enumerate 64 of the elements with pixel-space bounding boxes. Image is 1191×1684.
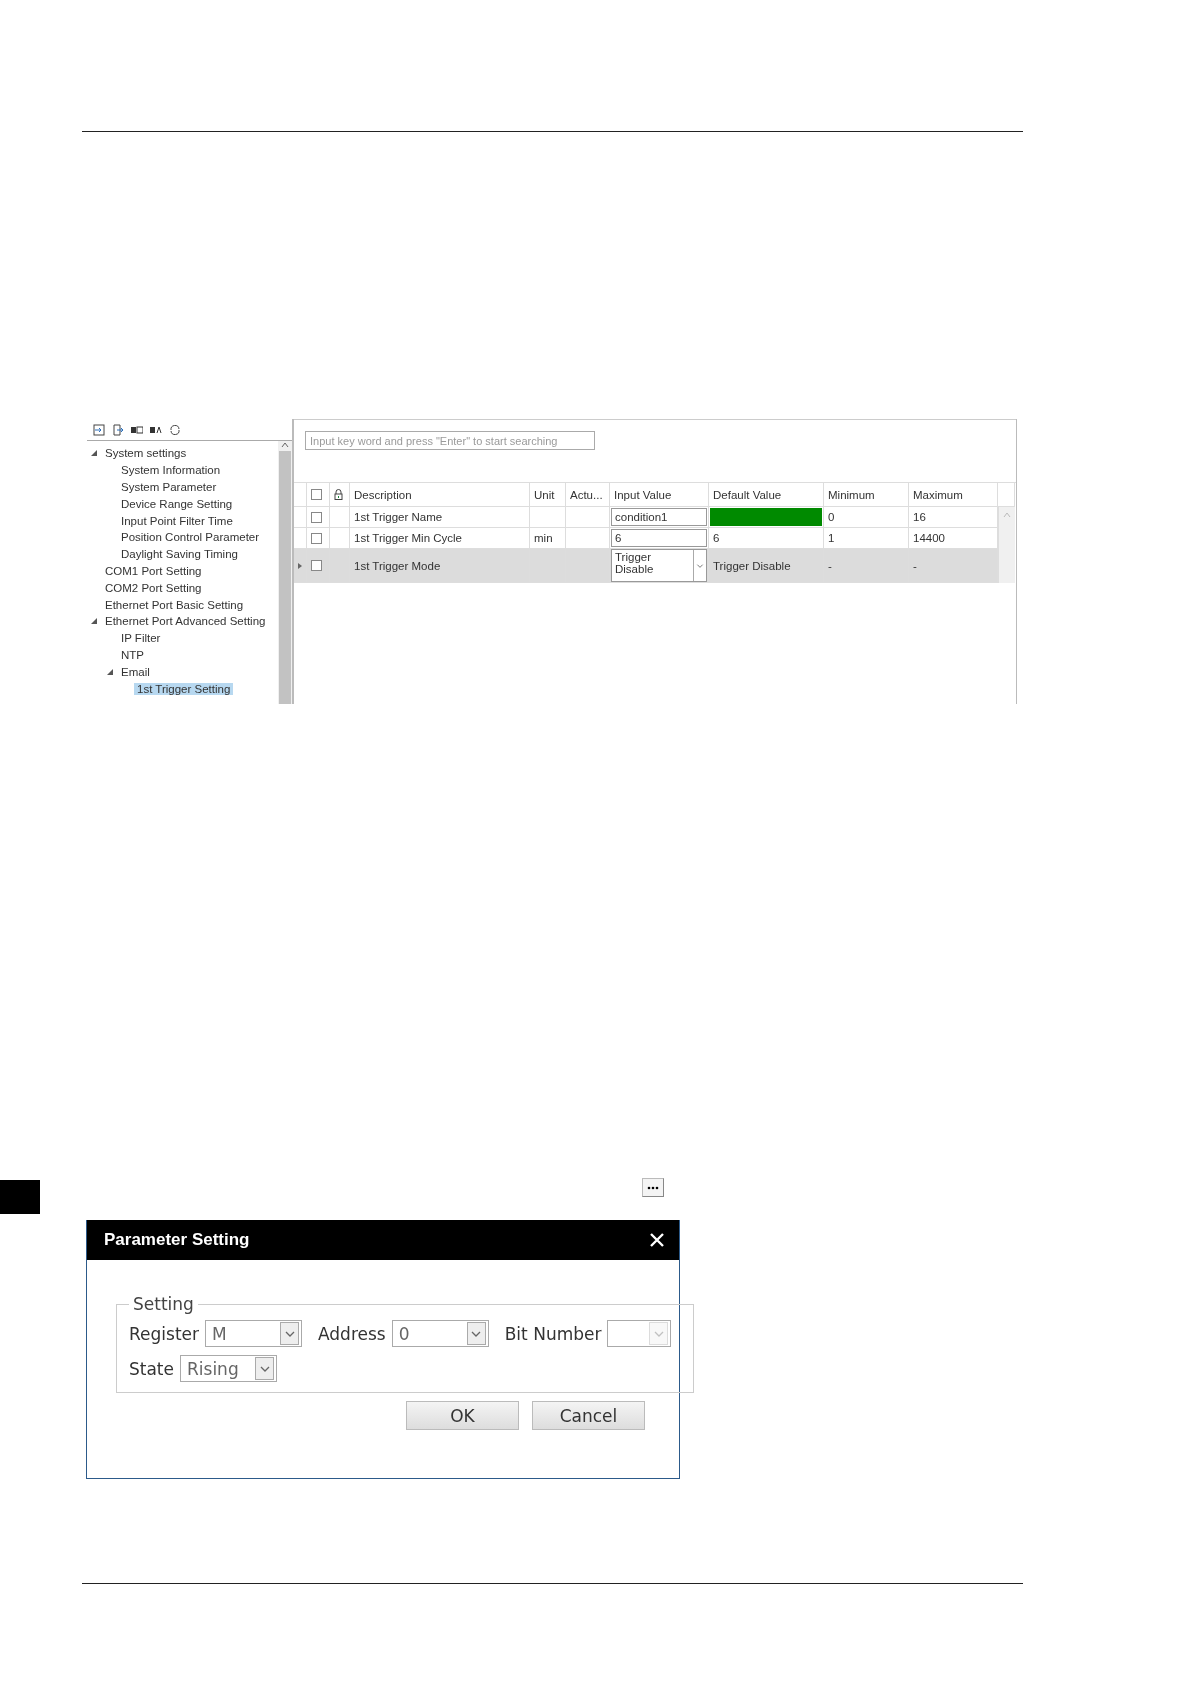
table-cell: -	[824, 549, 909, 583]
row-pointer-icon	[298, 562, 302, 569]
table-cell: 1st Trigger Name	[350, 507, 530, 528]
tree-item[interactable]: Input Point Filter Time	[118, 514, 236, 527]
field-label: Address	[318, 1323, 386, 1344]
more-button[interactable]	[642, 1178, 664, 1197]
value-field[interactable]: 6	[611, 529, 707, 547]
tree-item[interactable]: Ethernet Port Basic Setting	[102, 598, 247, 611]
tree-item[interactable]: Ethernet Port Advanced Setting	[102, 615, 269, 628]
scrollbar[interactable]	[998, 507, 1015, 583]
dropdown[interactable]: 0	[391, 1320, 489, 1347]
table-cell: 0	[824, 507, 909, 528]
dialog-title: Parameter Setting	[104, 1230, 250, 1250]
column-header[interactable]: Maximum	[909, 483, 998, 507]
tree-item[interactable]: System Parameter	[118, 481, 220, 493]
tree-item[interactable]: Email	[118, 665, 153, 678]
tree-item[interactable]: 1st Trigger Setting	[134, 682, 234, 695]
tree-item[interactable]: NTP	[118, 648, 147, 661]
dropdown[interactable]: M	[205, 1320, 302, 1347]
page-tab-marker	[0, 1180, 40, 1214]
field-label: Bit Number	[504, 1323, 602, 1344]
expand-triangle-icon[interactable]	[91, 618, 97, 625]
dialog-button[interactable]: OK	[406, 1401, 519, 1430]
tree-item[interactable]: COM1 Port Setting	[102, 564, 205, 577]
table-cell: -	[909, 549, 998, 583]
column-header[interactable]: Description	[350, 483, 530, 507]
tree-item[interactable]: Daylight Saving Timing	[118, 548, 241, 561]
tree-item[interactable]: IP Filter	[118, 632, 164, 645]
table-cell: 1st Trigger Mode	[350, 549, 530, 583]
table-cell	[530, 507, 566, 528]
expand-triangle-icon[interactable]	[91, 450, 97, 457]
column-header[interactable]: Unit	[530, 483, 566, 507]
column-header[interactable]: Actu...	[566, 483, 610, 507]
field-label: State	[129, 1358, 174, 1379]
export-icon[interactable]	[112, 423, 124, 436]
lock-icon	[334, 489, 343, 500]
checkbox[interactable]	[311, 532, 322, 544]
table-cell: Trigger Disable	[709, 549, 824, 583]
tree-item[interactable]: System Information	[118, 464, 224, 477]
column-header[interactable]: Default Value	[709, 483, 824, 507]
expand-triangle-icon[interactable]	[107, 668, 113, 675]
scroll-up-icon[interactable]	[281, 441, 289, 449]
tree-item[interactable]: System settings	[102, 447, 190, 460]
value-field[interactable]: condition1	[611, 508, 707, 526]
column-header[interactable]: Input Value	[610, 483, 709, 507]
field-label: Register	[129, 1323, 199, 1344]
checkbox[interactable]	[311, 511, 322, 523]
dialog-button[interactable]: Cancel	[532, 1401, 645, 1430]
checkbox[interactable]	[311, 489, 322, 500]
row-header[interactable]	[294, 549, 307, 583]
dropdown[interactable]: Rising	[180, 1355, 277, 1382]
tree-item[interactable]: Device Range Setting	[118, 497, 236, 510]
refresh-icon[interactable]	[169, 423, 181, 436]
value-dropdown[interactable]: Trigger Disable	[611, 549, 707, 582]
tree-item[interactable]: COM2 Port Setting	[102, 581, 205, 594]
ellipsis-icon	[647, 1185, 659, 1190]
group-title: Setting	[132, 1294, 195, 1314]
import-icon[interactable]	[93, 423, 105, 436]
close-icon[interactable]	[650, 1233, 664, 1247]
column-header[interactable]: Minimum	[824, 483, 909, 507]
checkbox[interactable]	[311, 560, 322, 571]
tree-item[interactable]: Position Control Parameter	[118, 531, 263, 544]
search-field[interactable]: Input key word and press "Enter" to start searching	[305, 431, 595, 450]
scrollbar[interactable]	[278, 441, 292, 704]
